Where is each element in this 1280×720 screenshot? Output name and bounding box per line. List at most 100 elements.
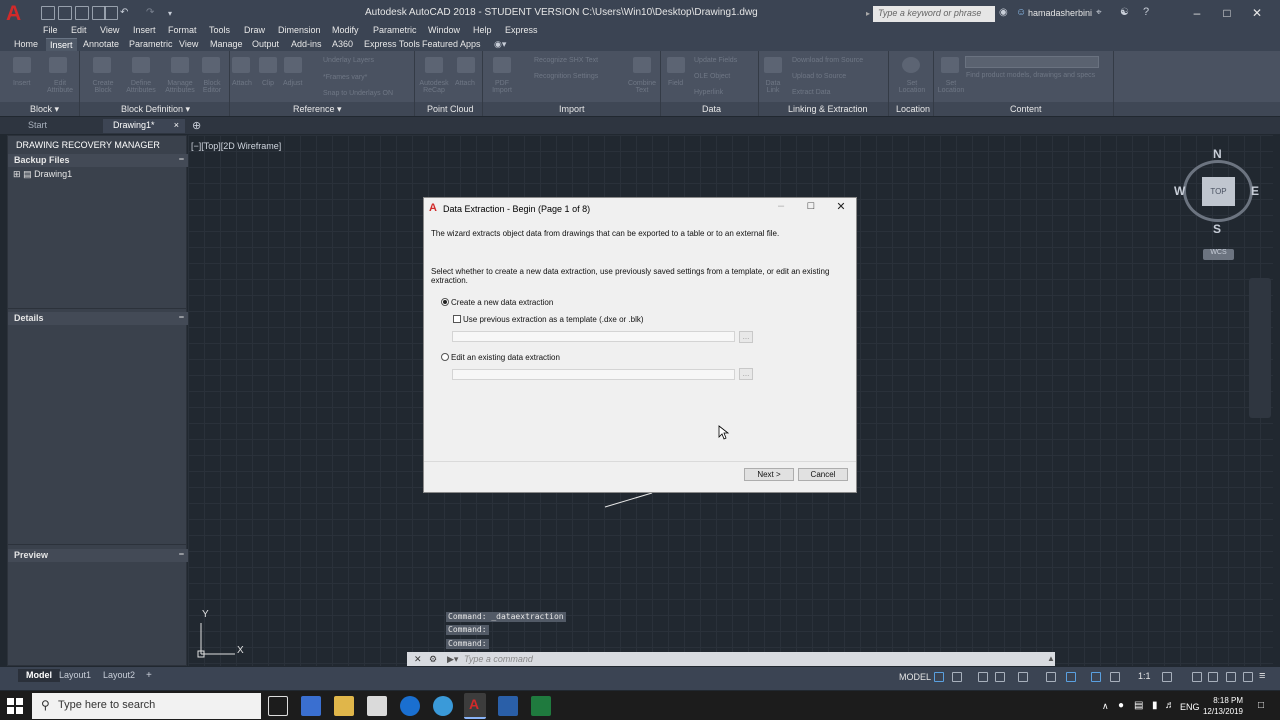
recognize-shx-button[interactable]: Recognize SHX Text [534, 57, 598, 64]
details-header[interactable]: Details − [8, 312, 188, 325]
expand-icon[interactable]: ⊞ [13, 169, 21, 179]
update-fields-button[interactable]: Update Fields [694, 57, 737, 64]
selection-cycling-icon[interactable] [1066, 672, 1076, 682]
tab-addins[interactable]: Add-ins [287, 38, 326, 51]
tab-manage[interactable]: Manage [206, 38, 247, 51]
panel-label-block-definition[interactable]: Block Definition ▾ [121, 104, 190, 115]
underlay-layers-button[interactable]: Underlay Layers [323, 57, 374, 64]
radio-edit-existing-label[interactable]: Edit an existing data extraction [451, 353, 560, 362]
recap-icon[interactable] [425, 57, 443, 73]
model-space-toggle[interactable]: MODEL [899, 672, 931, 682]
tab-featured-apps[interactable]: Featured Apps [418, 38, 485, 51]
edit-attribute-label[interactable]: Edit Attribute [44, 80, 76, 94]
tray-up-icon[interactable]: ∧ [1102, 701, 1109, 712]
radio-create-new[interactable] [441, 298, 449, 306]
create-block-label[interactable]: Create Block [88, 80, 118, 94]
insert-button-label[interactable]: Insert [13, 80, 31, 87]
compass-east[interactable]: E [1251, 184, 1259, 198]
command-close-icon[interactable]: ✕ [414, 654, 422, 665]
task-view-icon[interactable] [268, 696, 288, 716]
mail-icon[interactable] [367, 696, 387, 716]
define-attributes-icon[interactable] [132, 57, 150, 73]
menu-insert[interactable]: Insert [133, 25, 156, 35]
annotation-scale-icon[interactable] [1110, 672, 1120, 682]
checkbox-use-template-label[interactable]: Use previous extraction as a template (.… [463, 315, 644, 324]
osnap-icon[interactable] [1018, 672, 1028, 682]
manage-attributes-icon[interactable] [171, 57, 189, 73]
block-editor-icon[interactable] [202, 57, 220, 73]
block-editor-label[interactable]: Block Editor [200, 80, 224, 94]
autocad-logo-icon[interactable]: A [6, 2, 32, 25]
annotation-icon[interactable] [1091, 672, 1101, 682]
network-icon[interactable]: ▤ [1134, 700, 1143, 711]
manage-attributes-label[interactable]: Manage Attributes [162, 80, 198, 94]
extract-data-button[interactable]: Extract Data [792, 89, 831, 96]
snap-underlays-dropdown[interactable]: Snap to Underlays ON [323, 90, 393, 97]
new-tab-icon[interactable]: ⊕ [192, 119, 201, 132]
template-browse-button[interactable]: ... [739, 331, 753, 343]
tab-annotate[interactable]: Annotate [79, 38, 123, 51]
recognition-settings-button[interactable]: Recognition Settings [534, 73, 598, 80]
drawing-line[interactable] [600, 490, 660, 510]
plot-icon[interactable] [104, 6, 118, 20]
menu-express[interactable]: Express [505, 25, 538, 35]
insert-block-icon[interactable] [13, 57, 31, 73]
frames-vary-dropdown[interactable]: *Frames vary* [323, 74, 367, 81]
notifications-icon[interactable]: □ [1258, 700, 1264, 711]
download-source-button[interactable]: Download from Source [792, 57, 863, 64]
dialog-minimize-icon[interactable]: – [769, 200, 793, 214]
design-center-icon[interactable] [941, 57, 959, 73]
attach-reference-label[interactable]: Attach [232, 80, 252, 87]
open-file-icon[interactable] [58, 6, 72, 20]
windows-start-icon[interactable] [7, 698, 23, 714]
menu-dimension[interactable]: Dimension [278, 25, 321, 35]
panel-label-location[interactable]: Location [896, 104, 930, 114]
combine-text-label[interactable]: Combine Text [626, 80, 658, 94]
store-icon[interactable] [301, 696, 321, 716]
command-history-toggle-icon[interactable]: ▲ [1047, 654, 1055, 663]
menu-format[interactable]: Format [168, 25, 197, 35]
panel-label-import[interactable]: Import [559, 104, 585, 114]
panel-label-block[interactable]: Block ▾ [30, 104, 59, 115]
menu-draw[interactable]: Draw [244, 25, 265, 35]
navigation-bar[interactable] [1249, 278, 1271, 418]
radio-create-new-label[interactable]: Create a new data extraction [451, 298, 553, 307]
pdf-import-label[interactable]: PDF Import [490, 80, 514, 94]
design-center-label[interactable]: Set Location [936, 80, 966, 94]
add-layout-icon[interactable]: + [146, 670, 152, 681]
maximize-icon[interactable]: □ [1212, 4, 1242, 22]
define-attributes-label[interactable]: Define Attributes [123, 80, 159, 94]
help-search-input[interactable]: Type a keyword or phrase [873, 6, 995, 22]
cancel-button[interactable]: Cancel [798, 468, 848, 481]
annotation-scale[interactable]: 1:1 [1138, 671, 1151, 681]
grid-icon[interactable] [934, 672, 944, 682]
field-icon[interactable] [667, 57, 685, 73]
snap-icon[interactable] [952, 672, 962, 682]
cart-icon[interactable]: ⌖ [1096, 7, 1102, 18]
tab-a360[interactable]: A360 [328, 38, 357, 51]
menu-view[interactable]: View [100, 25, 119, 35]
viewport-controls[interactable]: [−][Top][2D Wireframe] [191, 141, 281, 151]
polar-icon[interactable] [995, 672, 1005, 682]
edit-attribute-icon[interactable] [49, 57, 67, 73]
collapse-icon[interactable]: − [179, 154, 184, 164]
customize-menu-icon[interactable]: ≡ [1259, 670, 1265, 682]
doc-tab-start[interactable]: Start [18, 119, 102, 133]
menu-parametric[interactable]: Parametric [373, 25, 417, 35]
menu-tools[interactable]: Tools [209, 25, 230, 35]
menu-help[interactable]: Help [473, 25, 492, 35]
undo-icon[interactable]: ↶ [120, 7, 128, 18]
autocad-taskbar-icon[interactable]: A [464, 693, 486, 719]
data-link-icon[interactable] [764, 57, 782, 73]
set-location-label[interactable]: Set Location [897, 80, 927, 94]
recap-label[interactable]: Autodesk ReCap [417, 80, 451, 94]
collapse-icon[interactable]: − [179, 312, 184, 322]
compass-south[interactable]: S [1213, 222, 1221, 236]
annotation-monitor-icon[interactable] [1192, 672, 1202, 682]
menu-edit[interactable]: Edit [71, 25, 87, 35]
data-link-label[interactable]: Data Link [763, 80, 783, 94]
radio-edit-existing[interactable] [441, 353, 449, 361]
tab-close-icon[interactable]: × [174, 120, 179, 130]
taskbar-search[interactable]: Type here to search [32, 693, 261, 719]
combine-text-icon[interactable] [633, 57, 651, 73]
